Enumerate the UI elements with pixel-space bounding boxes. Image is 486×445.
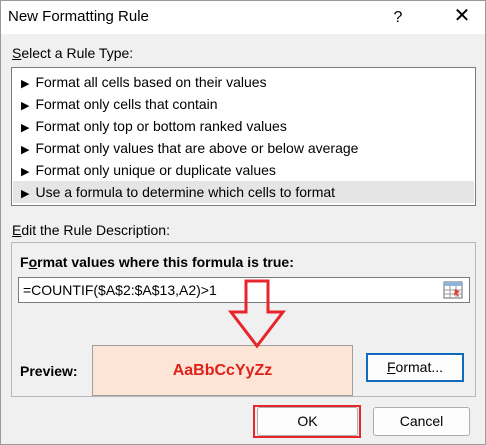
- rule-type-label: Select a Rule Type:: [12, 45, 134, 61]
- rule-type-item-above-below-average[interactable]: ▶ Format only values that are above or be…: [13, 137, 474, 159]
- rule-type-item-use-formula[interactable]: ▶ Use a formula to determine which cells …: [13, 181, 474, 203]
- rule-type-item-all-cells[interactable]: ▶ Format all cells based on their values: [13, 71, 474, 93]
- range-selector-icon[interactable]: [443, 281, 463, 299]
- triangle-right-icon: ▶: [21, 122, 30, 134]
- cancel-button[interactable]: Cancel: [373, 407, 470, 436]
- rule-type-item-cells-contain[interactable]: ▶ Format only cells that contain: [13, 93, 474, 115]
- triangle-right-icon: ▶: [21, 100, 30, 112]
- title-bar: New Formatting Rule ? ✕: [1, 1, 485, 34]
- rule-type-list[interactable]: ▶ Format all cells based on their values …: [11, 67, 476, 206]
- formula-heading: Format values where this formula is true…: [20, 254, 294, 270]
- new-formatting-rule-dialog: New Formatting Rule ? ✕ Select a Rule Ty…: [0, 0, 486, 445]
- preview-sample: AaBbCcYyZz: [92, 345, 353, 396]
- rule-type-item-unique-duplicate[interactable]: ▶ Format only unique or duplicate values: [13, 159, 474, 181]
- format-button[interactable]: Format...: [366, 353, 464, 382]
- preview-label: Preview:: [20, 363, 78, 379]
- rule-description-label: Edit the Rule Description:: [12, 222, 170, 238]
- triangle-right-icon: ▶: [21, 78, 30, 90]
- red-arrow-annotation-icon: [227, 279, 287, 349]
- triangle-right-icon: ▶: [21, 188, 30, 200]
- dialog-title: New Formatting Rule: [8, 8, 149, 25]
- triangle-right-icon: ▶: [21, 144, 30, 156]
- triangle-right-icon: ▶: [21, 166, 30, 178]
- rule-type-item-top-bottom[interactable]: ▶ Format only top or bottom ranked values: [13, 115, 474, 137]
- formula-text: =COUNTIF($A$2:$A$13,A2)>1: [23, 282, 217, 298]
- ok-button-highlight: [253, 405, 361, 438]
- close-button[interactable]: ✕: [439, 1, 485, 34]
- help-button[interactable]: ?: [381, 1, 415, 34]
